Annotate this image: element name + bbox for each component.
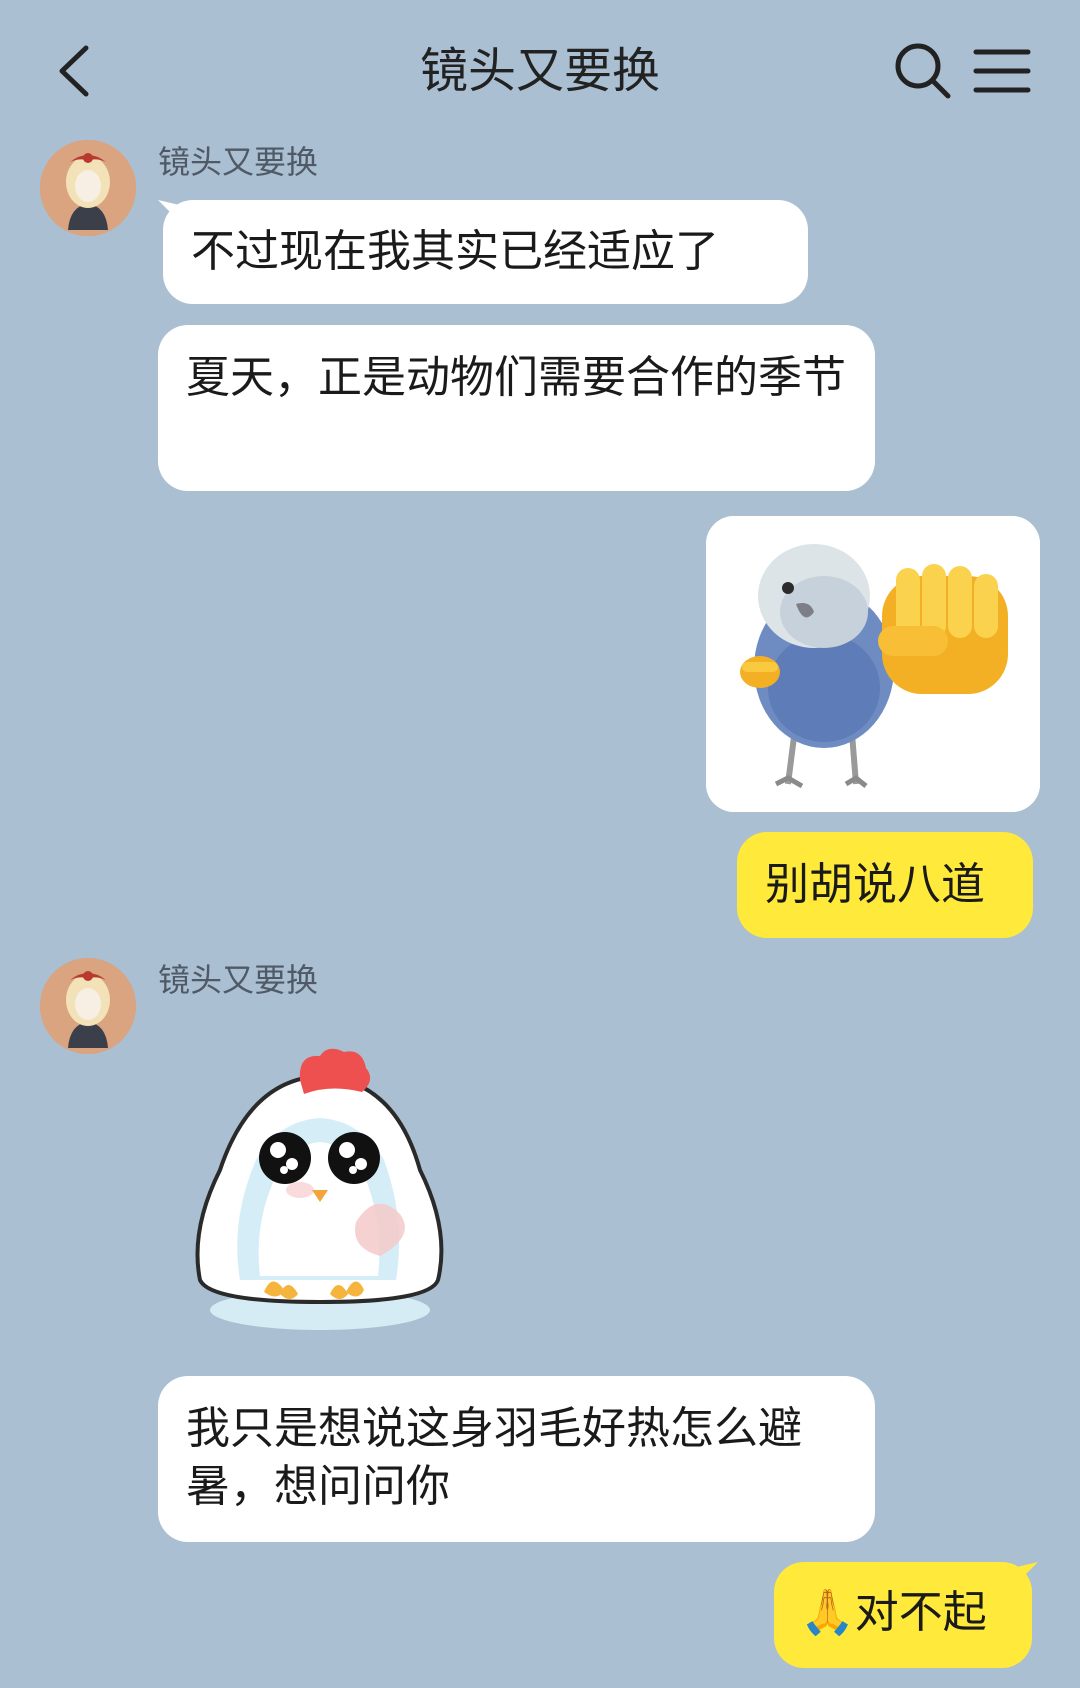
chick-sticker-image [195,1048,444,1330]
message-bubble-incoming[interactable]: 我只是想说这身羽毛好热怎么避暑，想问问你 [158,1376,875,1542]
message-text: 不过现在我其实已经适应了 [191,226,719,277]
message-text: 对不起 [854,1587,987,1638]
message-bubble-incoming[interactable]: 夏天，正是动物们需要合作的季节 [158,325,875,491]
message-text: 别胡说八道 [765,859,985,910]
parrot-sticker-image [706,516,1040,812]
message-text: 我只是想说这身羽毛好热怎么避暑，想问问你 [186,1403,802,1512]
white-chick-sticker[interactable] [180,1040,470,1340]
message-bubble-outgoing[interactable]: 别胡说八道 [737,832,1033,938]
message-bubble-outgoing[interactable]: 🙏对不起 [774,1562,1032,1668]
avatar-illustration [40,140,136,236]
sender-name: 镜头又要换 [158,143,319,181]
top-bar: 镜头又要换 [0,0,1080,140]
search-button[interactable] [890,38,956,104]
pray-emoji-icon: 🙏 [800,1587,855,1638]
menu-icon [973,49,1031,93]
sender-avatar[interactable] [40,958,136,1054]
message-text: 夏天，正是动物们需要合作的季节 [186,352,846,403]
parrot-punch-sticker[interactable] [706,516,1040,812]
sender-avatar[interactable] [40,140,136,236]
sender-name: 镜头又要换 [158,961,319,999]
menu-button[interactable] [970,38,1036,104]
message-bubble-incoming[interactable]: 不过现在我其实已经适应了 [163,200,808,304]
avatar-illustration [40,958,136,1054]
search-icon [895,43,951,99]
